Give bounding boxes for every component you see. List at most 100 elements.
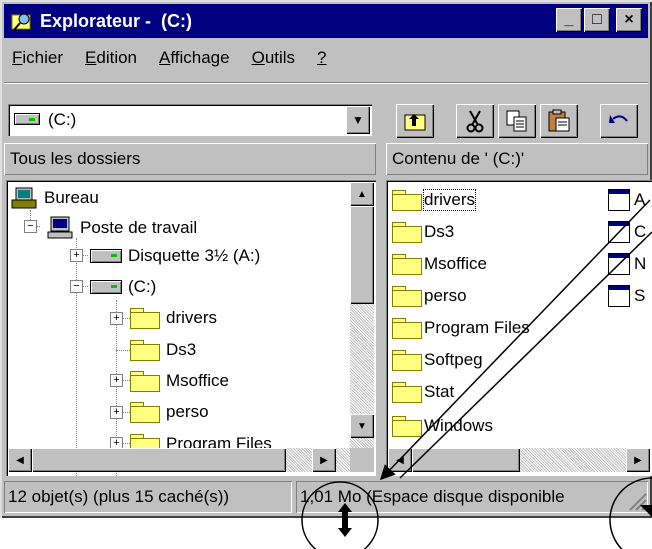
menu-affichage[interactable]: Affichage bbox=[157, 46, 232, 70]
tree-item-label: Ds3 bbox=[166, 340, 197, 359]
scroll-down-button[interactable]: ▼ bbox=[350, 414, 374, 438]
tree-line bbox=[76, 238, 77, 476]
list-item[interactable]: Softpeg bbox=[392, 346, 483, 374]
collapse-toggle[interactable]: − bbox=[24, 220, 37, 233]
window-title: Explorateur - (C:) bbox=[40, 10, 193, 31]
menu-edition[interactable]: Edition bbox=[83, 46, 139, 70]
folder-icon bbox=[392, 222, 422, 243]
scroll-thumb[interactable] bbox=[412, 448, 520, 472]
folder-icon bbox=[392, 254, 422, 275]
list-item[interactable]: N bbox=[608, 250, 646, 278]
tree-item-label: drivers bbox=[166, 308, 218, 327]
list-item-label: N bbox=[634, 254, 647, 273]
right-pane-header: Contenu de ' (C:)' bbox=[386, 143, 648, 175]
title-bar[interactable]: Explorateur - (C:) _ □ × bbox=[4, 4, 648, 38]
paste-icon bbox=[548, 109, 570, 132]
scroll-right-button[interactable]: ▶ bbox=[626, 448, 650, 472]
undo-icon bbox=[609, 115, 628, 123]
text-file-icon bbox=[608, 253, 630, 275]
chevron-down-icon[interactable]: ▼ bbox=[346, 106, 370, 134]
folder-icon bbox=[392, 190, 422, 211]
maximize-button[interactable]: □ bbox=[584, 8, 610, 32]
status-objects-text: 12 objet(s) (plus 15 caché(s)) bbox=[8, 487, 230, 506]
tree-item-label: perso bbox=[166, 402, 209, 421]
list-item[interactable]: Stat bbox=[392, 378, 454, 406]
copy-button[interactable] bbox=[498, 104, 536, 138]
list-item[interactable]: A bbox=[608, 186, 645, 214]
list-item[interactable]: Windows bbox=[392, 412, 493, 440]
tree-item-drive-c[interactable]: (C:) bbox=[90, 273, 156, 301]
tree-item-label: Msoffice bbox=[166, 371, 229, 390]
tree-item-drivers[interactable]: drivers bbox=[130, 304, 217, 332]
menu-separator bbox=[4, 82, 648, 84]
menu-fichier[interactable]: Fichier bbox=[10, 46, 65, 70]
expand-toggle[interactable]: + bbox=[110, 406, 123, 419]
undo-button[interactable] bbox=[600, 104, 638, 138]
up-folder-icon bbox=[404, 114, 426, 131]
computer-icon bbox=[47, 216, 73, 239]
close-button[interactable]: × bbox=[616, 8, 642, 32]
list-item[interactable]: drivers bbox=[392, 186, 477, 214]
list-item-label: S bbox=[634, 286, 646, 305]
scroll-thumb[interactable] bbox=[32, 448, 286, 472]
list-item-label: Msoffice bbox=[424, 254, 487, 273]
paste-button[interactable] bbox=[540, 104, 578, 138]
tree-item-poste-de-travail[interactable]: Poste de travail bbox=[46, 214, 197, 242]
maximize-icon: □ bbox=[592, 11, 602, 28]
list-item-label: C bbox=[634, 222, 647, 241]
cut-button[interactable] bbox=[456, 104, 494, 138]
tree-item-disquette[interactable]: Disquette 3½ (A:) bbox=[90, 242, 260, 270]
floppy-drive-icon bbox=[90, 249, 122, 263]
scroll-left-button[interactable]: ◀ bbox=[388, 448, 412, 472]
folder-icon bbox=[392, 416, 422, 437]
tree-item-label: Bureau bbox=[44, 188, 99, 207]
scroll-up-button[interactable]: ▲ bbox=[350, 182, 374, 206]
folder-icon bbox=[130, 308, 160, 329]
expand-toggle[interactable]: + bbox=[110, 374, 123, 387]
left-pane-header: Tous les dossiers bbox=[4, 143, 376, 175]
status-objects: 12 objet(s) (plus 15 caché(s)) bbox=[4, 481, 292, 513]
desktop-icon bbox=[11, 187, 37, 209]
scroll-thumb[interactable] bbox=[350, 206, 374, 304]
status-space: 1,01 Mo (Espace disque disponible bbox=[296, 481, 648, 513]
list-item[interactable]: Program Files bbox=[392, 314, 530, 342]
file-icon bbox=[608, 221, 630, 243]
tree-item-label: Poste de travail bbox=[80, 218, 198, 237]
folder-icon bbox=[392, 286, 422, 307]
tree-item-perso[interactable]: perso bbox=[130, 398, 209, 426]
list-item[interactable]: perso bbox=[392, 282, 467, 310]
folder-tree-pane[interactable]: − + − + + + + Bureau Poste de travail Di… bbox=[6, 180, 376, 476]
left-pane-header-label: Tous les dossiers bbox=[10, 149, 141, 168]
folder-icon bbox=[392, 318, 422, 339]
up-folder-button[interactable] bbox=[396, 104, 434, 138]
list-item[interactable]: C bbox=[608, 218, 646, 246]
tree-item-label: (C:) bbox=[128, 277, 157, 296]
minimize-button[interactable]: _ bbox=[556, 8, 582, 32]
expand-toggle[interactable]: + bbox=[70, 249, 83, 262]
list-item-label: A bbox=[634, 190, 646, 209]
drive-select[interactable]: (C:) ▼ bbox=[8, 104, 372, 136]
list-item-label: Ds3 bbox=[424, 222, 455, 241]
minimize-icon: _ bbox=[564, 11, 574, 28]
contents-pane[interactable]: drivers Ds3 Msoffice perso Program Files… bbox=[386, 180, 652, 476]
collapse-toggle[interactable]: − bbox=[70, 280, 83, 293]
menu-help[interactable]: ? bbox=[315, 46, 328, 70]
list-item-label: Program Files bbox=[424, 318, 530, 337]
menu-outils[interactable]: Outils bbox=[250, 46, 297, 70]
tree-item-label: Disquette 3½ (A:) bbox=[128, 246, 261, 265]
scroll-right-button[interactable]: ▶ bbox=[312, 448, 336, 472]
list-item-label: drivers bbox=[422, 189, 477, 211]
scroll-left-button[interactable]: ◀ bbox=[8, 448, 32, 472]
menu-bar: Fichier Edition Affichage Outils ? bbox=[10, 46, 329, 70]
tree-item-bureau[interactable]: Bureau bbox=[10, 184, 99, 212]
drive-select-value: (C:) bbox=[48, 110, 77, 129]
copy-icon bbox=[506, 110, 527, 132]
tree-item-ds3[interactable]: Ds3 bbox=[130, 336, 196, 364]
tree-item-msoffice[interactable]: Msoffice bbox=[130, 367, 229, 395]
list-item[interactable]: Ds3 bbox=[392, 218, 454, 246]
list-item[interactable]: Msoffice bbox=[392, 250, 487, 278]
file-icon bbox=[608, 189, 630, 211]
list-item[interactable]: S bbox=[608, 282, 645, 310]
folder-icon bbox=[392, 382, 422, 403]
expand-toggle[interactable]: + bbox=[110, 312, 123, 325]
